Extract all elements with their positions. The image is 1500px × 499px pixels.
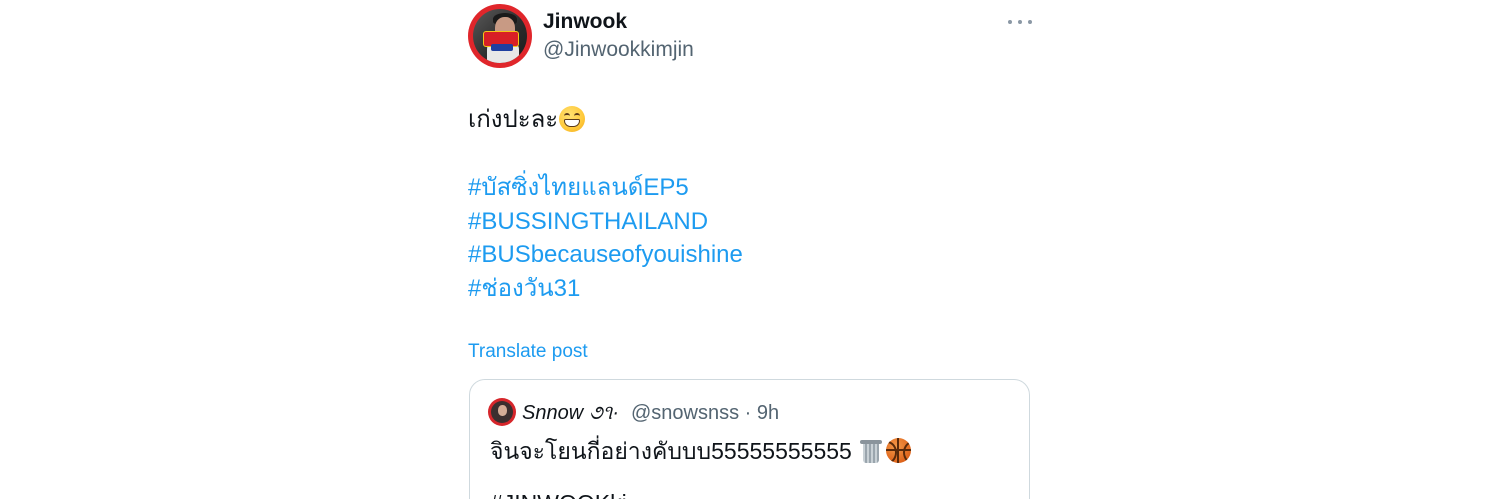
tweet: Jinwook @Jinwookkimjin เก่งปะละ #บัสซิ่ง… (468, 0, 1032, 499)
quoted-tweet-card[interactable]: Snnow ૭૧· @snowsnss · 9h จินจะโยนกี่อย่า… (469, 379, 1030, 499)
author-avatar[interactable] (468, 4, 532, 68)
wastebasket-emoji-icon (859, 438, 882, 464)
hashtag-link[interactable]: #บัสซิ่งไทยแลนด์EP5 (468, 171, 743, 205)
avatar-photo (473, 9, 527, 63)
quoted-author-avatar[interactable] (488, 398, 516, 426)
basketball-emoji-icon (885, 438, 911, 464)
more-horizontal-icon[interactable] (1008, 12, 1032, 32)
hashtag-list: #บัสซิ่งไทยแลนด์EP5 #BUSSINGTHAILAND #BU… (468, 171, 743, 305)
quoted-author-display-name[interactable]: Snnow ૭૧· (522, 401, 619, 425)
tweet-text-content: เก่งปะละ (468, 106, 559, 133)
hashtag-link[interactable]: #BUSbecauseofyouishine (468, 238, 743, 272)
quoted-avatar-photo (491, 401, 513, 423)
quoted-tweet-text: จินจะโยนกี่อย่างคับบบ55555555555 (490, 436, 911, 466)
quoted-author-handle-time[interactable]: @snowsnss · 9h (631, 401, 779, 425)
hashtag-link[interactable]: #ช่องวัน31 (468, 272, 743, 306)
author-handle[interactable]: @Jinwookkimjin (543, 37, 694, 63)
author-display-name[interactable]: Jinwook (543, 9, 627, 35)
quoted-avatar-face (498, 405, 507, 416)
more-dot (1028, 20, 1032, 24)
more-dot (1018, 20, 1022, 24)
tweet-text: เก่งปะละ (468, 104, 586, 136)
translate-post-link[interactable]: Translate post (468, 340, 588, 364)
quoted-tweet-hashtag[interactable]: #JINWOOKki (490, 488, 627, 499)
quoted-tweet-text-content: จินจะโยนกี่อย่างคับบบ55555555555 (490, 438, 852, 464)
avatar-logo-band (491, 44, 513, 51)
grinning-face-emoji-icon (559, 105, 586, 132)
more-dot (1008, 20, 1012, 24)
hashtag-link[interactable]: #BUSSINGTHAILAND (468, 205, 743, 239)
